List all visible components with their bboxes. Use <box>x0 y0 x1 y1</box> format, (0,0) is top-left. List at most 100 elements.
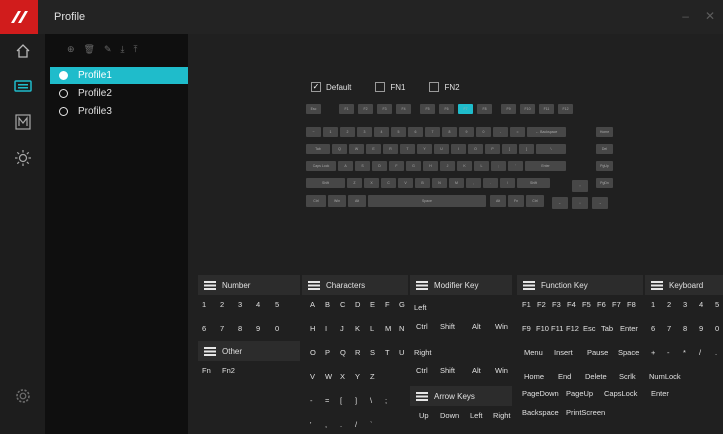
key-f[interactable]: F <box>389 161 404 171</box>
key-6[interactable]: 6 <box>408 127 423 137</box>
key-f3[interactable]: F3 <box>377 104 392 114</box>
fn-key-delete[interactable]: Delete <box>585 372 607 381</box>
key-esc[interactable]: Esc <box>306 104 321 114</box>
fn-key-f3[interactable]: F3 <box>552 300 561 309</box>
numpad-key-divide[interactable]: / <box>699 348 701 357</box>
numpad-key-decimal[interactable]: . <box>715 348 717 357</box>
fn-key-esc[interactable]: Esc <box>583 324 596 333</box>
key-u[interactable]: U <box>434 144 449 154</box>
numpad-key-2[interactable]: 2 <box>667 300 671 309</box>
profile-item-3[interactable]: Profile3 <box>50 103 188 120</box>
number-key-6[interactable]: 6 <box>202 324 206 333</box>
key-capslock[interactable]: Caps Lock <box>306 161 336 171</box>
layer-default-checkbox[interactable]: ✓ Default <box>311 82 351 92</box>
char-key-w[interactable]: W <box>325 372 332 381</box>
layer-fn2-checkbox[interactable]: FN2 <box>429 82 460 92</box>
modifier-left-alt[interactable]: Alt <box>472 322 481 331</box>
char-key-j[interactable]: J <box>340 324 344 333</box>
char-key-l[interactable]: L <box>370 324 374 333</box>
fn-key-printscreen[interactable]: PrintScreen <box>566 408 605 417</box>
key-i[interactable]: I <box>451 144 466 154</box>
key-del[interactable]: Del <box>596 144 613 154</box>
numpad-key-7[interactable]: 7 <box>667 324 671 333</box>
key-f6[interactable]: F6 <box>439 104 454 114</box>
key-f11[interactable]: F11 <box>539 104 554 114</box>
macro-icon[interactable] <box>13 112 33 132</box>
profile-item-1[interactable]: Profile1 <box>50 67 188 84</box>
key-f1[interactable]: F1 <box>339 104 354 114</box>
key-x[interactable]: X <box>364 178 379 188</box>
char-key-x[interactable]: X <box>340 372 345 381</box>
numpad-key-9[interactable]: 9 <box>699 324 703 333</box>
key-minus[interactable]: - <box>493 127 508 137</box>
fn-key-capslock[interactable]: CapsLock <box>604 389 637 398</box>
key-k[interactable]: K <box>457 161 472 171</box>
char-key-backslash[interactable]: \ <box>370 396 372 405</box>
key-d[interactable]: D <box>372 161 387 171</box>
key-lshift[interactable]: Shift <box>306 178 345 188</box>
key-tilde[interactable]: ~ <box>306 127 321 137</box>
number-key-2[interactable]: 2 <box>220 300 224 309</box>
key-t[interactable]: T <box>400 144 415 154</box>
key-lctrl[interactable]: Ctrl <box>306 195 326 207</box>
fn-key-pagedown[interactable]: PageDown <box>522 389 559 398</box>
key-9[interactable]: 9 <box>459 127 474 137</box>
char-key-y[interactable]: Y <box>355 372 360 381</box>
char-key-period[interactable]: . <box>340 420 342 429</box>
key-7[interactable]: 7 <box>425 127 440 137</box>
numpad-key-6[interactable]: 6 <box>651 324 655 333</box>
fn-key-tab[interactable]: Tab <box>601 324 613 333</box>
key-space[interactable]: Space <box>368 195 486 207</box>
char-key-r[interactable]: R <box>355 348 360 357</box>
number-key-4[interactable]: 4 <box>256 300 260 309</box>
char-key-lbracket[interactable]: [ <box>340 396 342 405</box>
key-h[interactable]: H <box>423 161 438 171</box>
key-down[interactable]: ↓ <box>572 197 588 209</box>
settings-icon[interactable] <box>13 386 33 406</box>
numpad-key-1[interactable]: 1 <box>651 300 655 309</box>
key-5[interactable]: 5 <box>391 127 406 137</box>
key-enter[interactable]: Enter <box>525 161 566 171</box>
key-right[interactable]: → <box>592 197 608 209</box>
char-key-rbracket[interactable]: ] <box>355 396 357 405</box>
fn-key-f9[interactable]: F9 <box>522 324 531 333</box>
fn-key-enter-2[interactable]: Enter <box>651 389 669 398</box>
modifier-right-win[interactable]: Win <box>495 366 508 375</box>
modifier-right-alt[interactable]: Alt <box>472 366 481 375</box>
key-slash[interactable]: / <box>500 178 515 188</box>
char-key-g[interactable]: G <box>399 300 405 309</box>
add-icon[interactable]: ⊕ <box>67 44 75 54</box>
edit-icon[interactable]: ✎ <box>104 44 112 54</box>
char-key-k[interactable]: K <box>355 324 360 333</box>
char-key-comma[interactable]: , <box>325 420 327 429</box>
modifier-right-shift[interactable]: Shift <box>440 366 455 375</box>
numpad-key-0[interactable]: 0 <box>715 324 719 333</box>
key-period[interactable]: . <box>483 178 498 188</box>
key-lalt[interactable]: Alt <box>348 195 366 207</box>
fn-key-pageup[interactable]: PageUp <box>566 389 593 398</box>
key-g[interactable]: G <box>406 161 421 171</box>
fn-key-f7[interactable]: F7 <box>612 300 621 309</box>
char-key-h[interactable]: H <box>310 324 315 333</box>
char-key-n[interactable]: N <box>399 324 404 333</box>
key-equal[interactable]: = <box>510 127 525 137</box>
key-1[interactable]: 1 <box>323 127 338 137</box>
key-rctrl[interactable]: Ctrl <box>526 195 544 207</box>
char-key-d[interactable]: D <box>355 300 360 309</box>
number-key-8[interactable]: 8 <box>238 324 242 333</box>
char-key-q[interactable]: Q <box>340 348 346 357</box>
key-m[interactable]: M <box>449 178 464 188</box>
number-key-0[interactable]: 0 <box>275 324 279 333</box>
modifier-left-win[interactable]: Win <box>495 322 508 331</box>
number-key-1[interactable]: 1 <box>202 300 206 309</box>
char-key-v[interactable]: V <box>310 372 315 381</box>
char-key-f[interactable]: F <box>385 300 390 309</box>
key-f5[interactable]: F5 <box>420 104 435 114</box>
key-tab[interactable]: Tab <box>306 144 330 154</box>
numpad-key-4[interactable]: 4 <box>699 300 703 309</box>
key-2[interactable]: 2 <box>340 127 355 137</box>
other-key-fn[interactable]: Fn <box>202 366 211 375</box>
key-v[interactable]: V <box>398 178 413 188</box>
layer-fn1-checkbox[interactable]: FN1 <box>375 82 405 92</box>
number-key-3[interactable]: 3 <box>238 300 242 309</box>
